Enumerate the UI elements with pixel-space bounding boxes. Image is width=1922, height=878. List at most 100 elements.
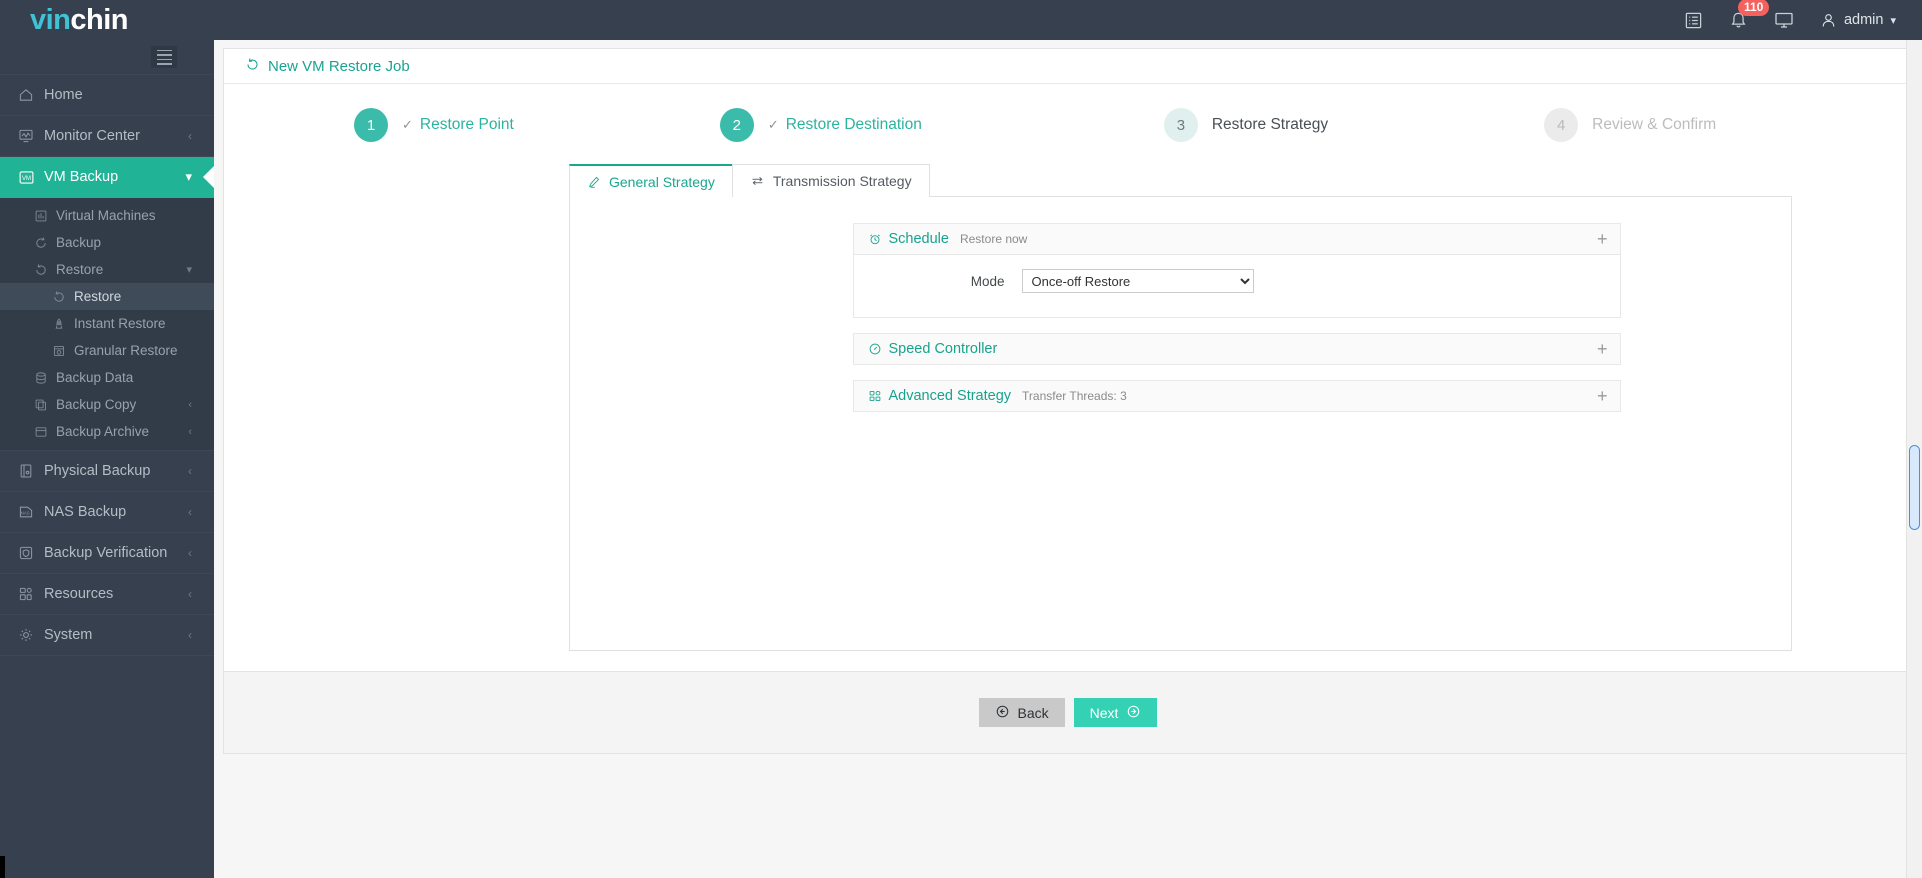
- sidebar-item-label: Physical Backup: [44, 463, 151, 479]
- step-label: Review & Confirm: [1592, 116, 1717, 133]
- section-schedule: Schedule Restore now + Mode Once-off Res…: [852, 223, 1621, 318]
- sidebar-item-label: VM Backup: [44, 169, 119, 185]
- grid-chart-icon: [34, 209, 56, 223]
- tab-label: General Strategy: [609, 173, 715, 190]
- sidebar-item-label: Backup Copy: [56, 397, 137, 412]
- sidebar-item-label: Restore: [74, 289, 122, 304]
- chevron-down-icon: ▾: [186, 264, 192, 276]
- tab-general-strategy[interactable]: General Strategy: [569, 164, 733, 197]
- section-title: Schedule: [888, 231, 949, 247]
- check-icon: ✓: [767, 117, 779, 132]
- sidebar-item-vm-backup[interactable]: VM VM Backup ▾: [0, 157, 214, 198]
- sidebar-item-label: Backup Archive: [56, 424, 150, 439]
- sidebar-item-backup[interactable]: Backup: [0, 229, 214, 256]
- tab-bar: General Strategy Transmission Strategy: [569, 164, 1792, 197]
- monitor-icon[interactable]: [1774, 11, 1794, 29]
- section-schedule-header[interactable]: Schedule Restore now +: [852, 223, 1621, 255]
- top-bar: vinchin 110 admin ▾: [0, 0, 1922, 40]
- step-number: 2: [719, 108, 754, 142]
- sidebar-item-monitor-center[interactable]: Monitor Center ‹: [0, 116, 214, 157]
- server-icon: [18, 463, 44, 479]
- gear-icon: [18, 627, 44, 643]
- wizard-footer: Back Next: [223, 672, 1913, 754]
- sidebar-item-label: Backup: [56, 235, 102, 250]
- chevron-left-icon: ‹: [188, 505, 192, 519]
- user-name-label: admin: [1843, 12, 1884, 28]
- restore-icon: [245, 57, 260, 76]
- sidebar-item-label: Instant Restore: [74, 316, 166, 331]
- section-speed-controller-header[interactable]: Speed Controller +: [852, 333, 1621, 365]
- arrow-left-circle-icon: [995, 704, 1010, 722]
- sidebar-item-backup-archive[interactable]: Backup Archive ‹: [0, 418, 214, 445]
- arrow-right-circle-icon: [1126, 704, 1141, 722]
- section-advanced-strategy-header[interactable]: Advanced Strategy Transfer Threads: 3 +: [852, 380, 1621, 412]
- expand-plus-icon[interactable]: +: [1597, 340, 1608, 358]
- vm-icon: VM: [18, 169, 44, 186]
- sidebar-item-virtual-machines[interactable]: Virtual Machines: [0, 202, 214, 229]
- section-advanced-strategy: Advanced Strategy Transfer Threads: 3 +: [852, 380, 1621, 412]
- sidebar-item-system[interactable]: System ‹: [0, 615, 214, 656]
- brand-logo[interactable]: vinchin: [0, 0, 214, 40]
- section-summary: Restore now: [959, 232, 1028, 246]
- sidebar-item-granular-restore[interactable]: Granular Restore: [0, 337, 214, 364]
- step-restore-point[interactable]: 1 ✓ Restore Point: [354, 108, 514, 142]
- sidebar: Home Monitor Center ‹ VM VM Backup ▾ Vir: [0, 40, 214, 878]
- page-title-label: New VM Restore Job: [268, 57, 410, 75]
- section-title: Advanced Strategy: [888, 388, 1012, 404]
- chevron-left-icon: ‹: [188, 464, 192, 478]
- sidebar-item-restore-group[interactable]: Restore ▾: [0, 256, 214, 283]
- step-restore-strategy[interactable]: 3 Restore Strategy: [1163, 108, 1329, 142]
- transfer-icon: [750, 174, 765, 188]
- grid-squares-icon: [868, 389, 882, 403]
- mode-label: Mode: [970, 273, 1005, 289]
- step-label: Restore Point: [419, 116, 514, 133]
- svg-text:NAS: NAS: [21, 510, 30, 515]
- chevron-down-icon: ▾: [1890, 14, 1896, 27]
- sidebar-item-home[interactable]: Home: [0, 75, 214, 116]
- sidebar-item-physical-backup[interactable]: Physical Backup ‹: [0, 451, 214, 492]
- step-label: Restore Strategy: [1211, 116, 1329, 133]
- page-scrollbar-thumb[interactable]: [1909, 445, 1920, 530]
- back-button-label: Back: [1017, 704, 1049, 721]
- expand-plus-icon[interactable]: +: [1597, 230, 1608, 248]
- sidebar-submenu-vm-backup: Virtual Machines Backup Restore ▾ Restor…: [0, 198, 214, 451]
- page-scrollbar-track[interactable]: [1906, 40, 1922, 878]
- wizard-steps: 1 ✓ Restore Point 2 ✓ Restore Destination …: [224, 84, 1912, 164]
- strategy-panel-inner: Schedule Restore now + Mode Once-off Res…: [741, 223, 1621, 412]
- restore-icon: [34, 263, 56, 277]
- user-menu[interactable]: admin ▾: [1820, 12, 1896, 29]
- page-title: New VM Restore Job: [224, 49, 1912, 84]
- expand-plus-icon[interactable]: +: [1597, 387, 1608, 405]
- next-button[interactable]: Next: [1073, 698, 1158, 727]
- sidebar-item-label: Granular Restore: [74, 343, 178, 358]
- alarm-clock-icon: [868, 232, 882, 246]
- archive-clock-icon: [52, 344, 74, 358]
- shield-check-icon: [18, 545, 44, 561]
- sidebar-item-resources[interactable]: Resources ‹: [0, 574, 214, 615]
- chevron-left-icon: ‹: [188, 398, 192, 411]
- sidebar-item-restore[interactable]: Restore: [0, 283, 214, 310]
- notifications-bell-icon[interactable]: 110: [1729, 0, 1770, 30]
- tasks-list-icon[interactable]: [1684, 11, 1703, 30]
- sidebar-item-backup-data[interactable]: Backup Data: [0, 364, 214, 391]
- sidebar-item-backup-copy[interactable]: Backup Copy ‹: [0, 391, 214, 418]
- sidebar-item-instant-restore[interactable]: Instant Restore: [0, 310, 214, 337]
- step-number: 4: [1544, 108, 1579, 142]
- sidebar-item-nas-backup[interactable]: NAS NAS Backup ‹: [0, 492, 214, 533]
- back-button[interactable]: Back: [978, 698, 1065, 727]
- notification-count-badge: 110: [1737, 0, 1770, 16]
- step-number: 3: [1163, 108, 1198, 142]
- step-number: 1: [354, 108, 388, 142]
- gauge-icon: [868, 342, 882, 356]
- hamburger-icon[interactable]: [151, 46, 177, 68]
- mode-select[interactable]: Once-off Restore: [1021, 269, 1254, 293]
- tab-transmission-strategy[interactable]: Transmission Strategy: [731, 164, 930, 197]
- sidebar-item-label: Backup Data: [56, 370, 134, 385]
- section-summary: Transfer Threads: 3: [1022, 389, 1127, 403]
- next-button-label: Next: [1089, 704, 1119, 721]
- sidebar-item-label: Restore: [56, 262, 104, 277]
- step-review-confirm[interactable]: 4 Review & Confirm: [1544, 108, 1716, 142]
- sidebar-item-label: NAS Backup: [44, 504, 127, 520]
- step-restore-destination[interactable]: 2 ✓ Restore Destination: [719, 108, 922, 142]
- sidebar-item-backup-verification[interactable]: Backup Verification ‹: [0, 533, 214, 574]
